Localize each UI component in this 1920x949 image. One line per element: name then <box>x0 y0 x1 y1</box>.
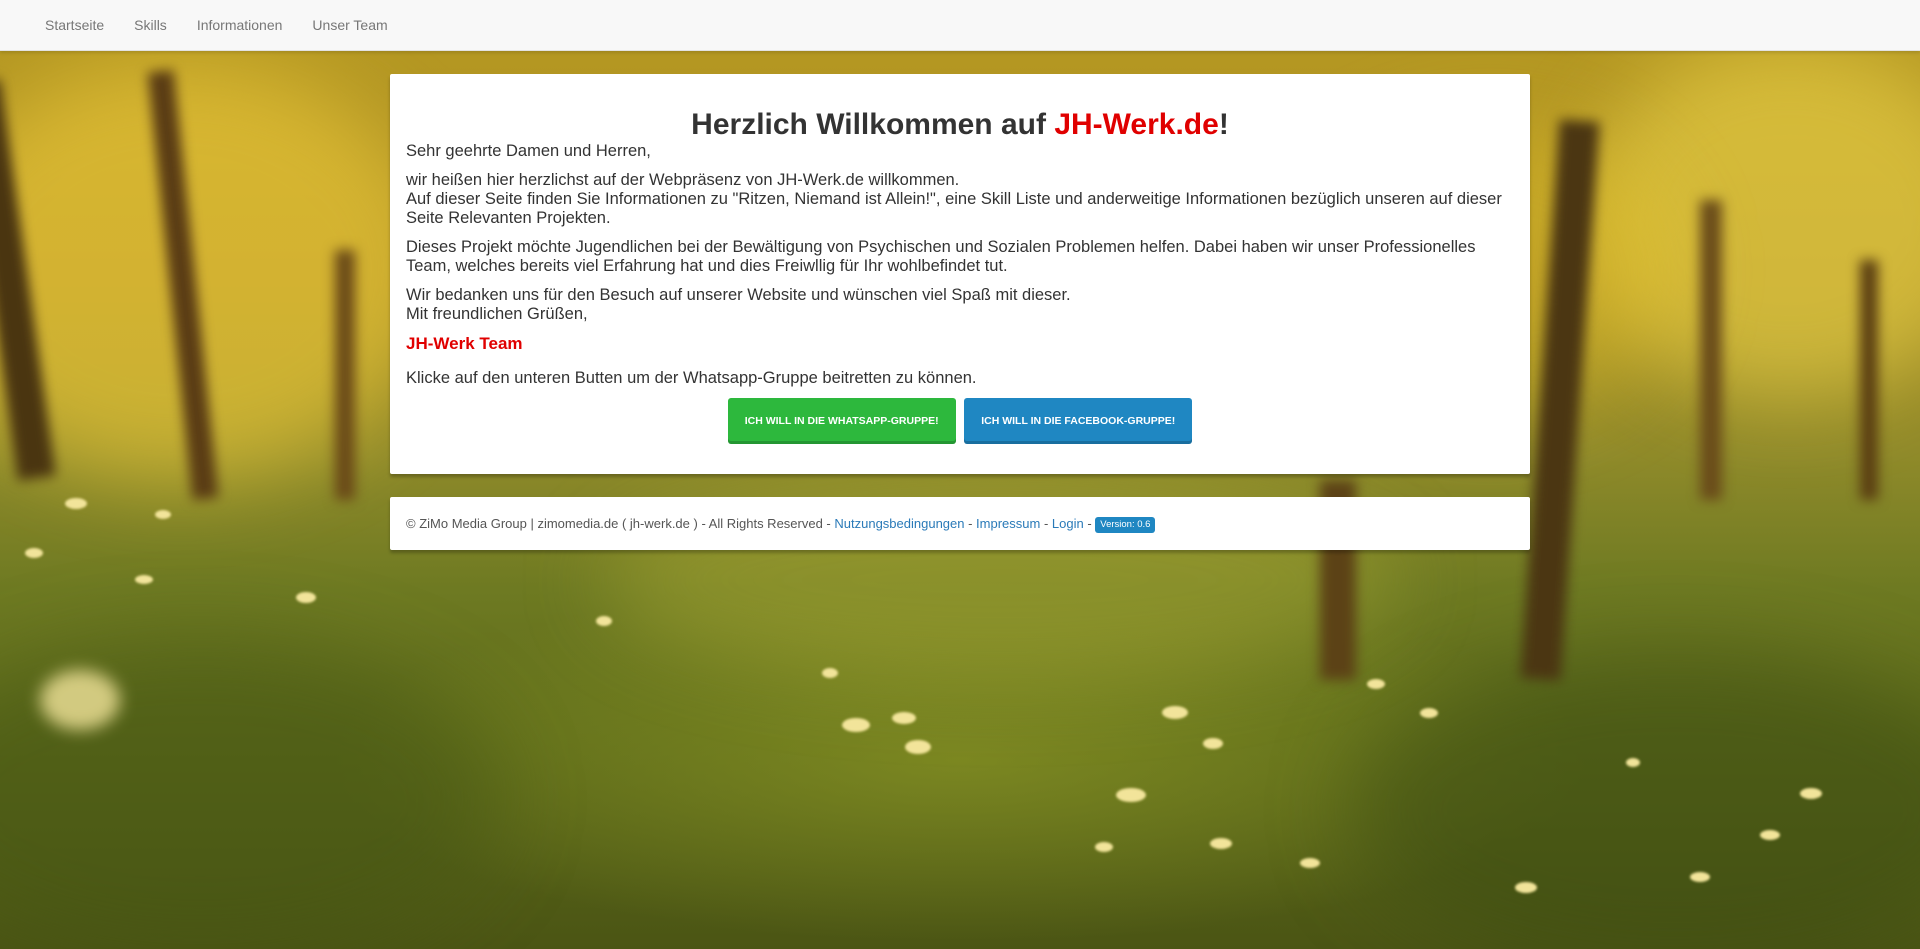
intro-line-1: wir heißen hier herzlichst auf der Webpr… <box>406 171 960 189</box>
welcome-title-suffix: ! <box>1218 108 1229 141</box>
impressum-link[interactable]: Impressum <box>976 516 1040 531</box>
thanks-paragraph: Wir bedanken uns für den Besuch auf unse… <box>406 286 1514 324</box>
group-button-row: ICH WILL IN DIE WHATSAPP-GRUPPE! ICH WIL… <box>406 398 1514 444</box>
footer-copyright: © ZiMo Media Group | zimomedia.de ( jh-w… <box>406 516 835 531</box>
nav-item-skills[interactable]: Skills <box>119 0 182 50</box>
welcome-card: Herzlich Willkommen auf JH-Werk.de! Sehr… <box>390 74 1530 474</box>
project-paragraph: Dieses Projekt möchte Jugendlichen bei d… <box>406 238 1476 275</box>
version-badge: Version: 0.6 <box>1095 517 1156 533</box>
footer-separator: - <box>964 516 977 531</box>
nav-item-informationen[interactable]: Informationen <box>182 0 298 50</box>
nav-list: Startseite Skills Informationen Unser Te… <box>0 0 1920 50</box>
welcome-heading: Herzlich Willkommen auf JH-Werk.de! <box>390 74 1530 142</box>
footer-card: © ZiMo Media Group | zimomedia.de ( jh-w… <box>390 497 1530 550</box>
nav-item-startseite[interactable]: Startseite <box>30 0 119 50</box>
regards-text: Mit freundlichen Grüßen, <box>406 305 588 323</box>
welcome-title-accent: JH-Werk.de <box>1054 108 1219 141</box>
greeting-text: Sehr geehrte Damen und Herren, <box>406 142 651 160</box>
nav-item-unser-team[interactable]: Unser Team <box>297 0 402 50</box>
thanks-text: Wir bedanken uns für den Besuch auf unse… <box>406 286 1071 304</box>
welcome-content: Sehr geehrte Damen und Herren, wir heiße… <box>390 142 1530 444</box>
footer-separator: - <box>1083 516 1096 531</box>
facebook-group-button[interactable]: ICH WILL IN DIE FACEBOOK-GRUPPE! <box>964 398 1193 444</box>
whatsapp-group-button[interactable]: ICH WILL IN DIE WHATSAPP-GRUPPE! <box>727 398 956 444</box>
welcome-title-prefix: Herzlich Willkommen auf <box>691 108 1055 141</box>
signature-text: JH-Werk Team <box>406 334 523 353</box>
intro-line-2: Auf dieser Seite finden Sie Informatione… <box>406 190 1502 227</box>
footer-text: © ZiMo Media Group | zimomedia.de ( jh-w… <box>390 497 1530 550</box>
terms-link[interactable]: Nutzungsbedingungen <box>834 516 964 531</box>
intro-paragraph: wir heißen hier herzlichst auf der Webpr… <box>406 171 1514 228</box>
login-link[interactable]: Login <box>1052 516 1084 531</box>
top-navbar: Startseite Skills Informationen Unser Te… <box>0 0 1920 51</box>
cta-text: Klicke auf den unteren Butten um der Wha… <box>406 369 977 387</box>
footer-separator: - <box>1040 516 1052 531</box>
